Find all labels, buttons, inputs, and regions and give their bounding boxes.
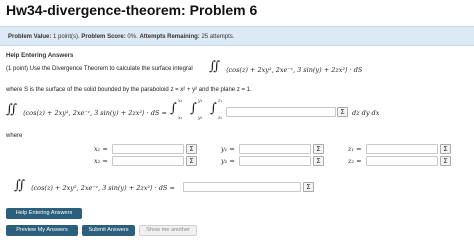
problem-score: 0%. <box>127 34 138 40</box>
sigma-icon[interactable]: Σ <box>313 156 324 166</box>
limit-y1: y₁ <box>198 99 203 104</box>
differentials: dz dy dx <box>352 109 380 117</box>
z1-label: z₁ = <box>348 145 362 153</box>
limit-y2: y₂ <box>198 116 203 121</box>
integral-sign-icon: ∫ <box>210 101 217 116</box>
submit-answers-button[interactable]: Submit Answers <box>82 225 135 236</box>
y2-input[interactable] <box>239 156 311 166</box>
equation-lhs: ⟨cos(z) + 2xy², 2xe⁻ᶻ, 3 sin(y) + 2zx²⟩ … <box>23 109 167 117</box>
double-integral-icon: ∬ <box>209 59 221 74</box>
surface-description: where S is the surface of the solid boun… <box>6 87 252 93</box>
double-integral-icon: ∬ <box>14 178 26 193</box>
vector-field-expression: ⟨cos(z) + 2xy², 2xe⁻ᶻ, 3 sin(y) + 2zx²⟩ … <box>226 66 363 74</box>
sigma-icon[interactable]: Σ <box>186 156 197 166</box>
sigma-icon[interactable]: Σ <box>186 144 197 154</box>
limit-x1: x₁ <box>178 99 183 104</box>
problem-score-label: Problem Score: <box>81 34 126 40</box>
integral-sign-icon: ∫ <box>170 101 177 116</box>
x2-input[interactable] <box>112 156 184 166</box>
problem-value-label: Problem Value: <box>8 34 52 40</box>
x1-label: x₁ = <box>94 145 108 153</box>
sigma-icon[interactable]: Σ <box>440 144 451 154</box>
integral-sign-icon: ∫ <box>190 101 197 116</box>
page-title: Hw34-divergence-theorem: Problem 6 <box>6 2 258 18</box>
z2-label: z₂ = <box>348 157 362 165</box>
sigma-icon[interactable]: Σ <box>313 144 324 154</box>
attempts-remaining-label: Attempts Remaining: <box>139 34 200 40</box>
limit-z1: z₁ <box>218 99 223 104</box>
problem-info-bar: Problem Value: 1 point(s). Problem Score… <box>0 26 474 46</box>
integrand-input[interactable] <box>226 107 336 117</box>
help-entering-answers-header: Help Entering Answers <box>6 52 74 59</box>
preview-answers-button[interactable]: Preview My Answers <box>6 225 78 236</box>
z1-input[interactable] <box>366 144 438 154</box>
sigma-icon[interactable]: Σ <box>337 107 348 117</box>
x1-input[interactable] <box>112 144 184 154</box>
double-integral-icon: ∬ <box>6 102 18 117</box>
x2-label: x₂ = <box>94 157 108 165</box>
problem-value: 1 point(s). <box>53 34 80 40</box>
final-equation-lhs: ⟨cos(z) + 2xy², 2xe⁻ᶻ, 3 sin(y) + 2zx²⟩ … <box>31 184 175 192</box>
y1-label: y₁ = <box>221 145 235 153</box>
where-label: where <box>6 133 23 139</box>
final-answer-input[interactable] <box>183 182 301 192</box>
show-me-another-button[interactable]: Show me another <box>139 225 197 236</box>
sigma-icon[interactable]: Σ <box>440 156 451 166</box>
y2-label: y₂ = <box>221 157 235 165</box>
sigma-icon[interactable]: Σ <box>303 182 314 192</box>
limit-x2: x₂ <box>178 116 183 121</box>
z2-input[interactable] <box>366 156 438 166</box>
problem-prompt: (1 point) Use the Divergence Theorem to … <box>6 66 193 72</box>
help-entering-answers-button[interactable]: Help Entering Answers <box>6 208 82 219</box>
limit-z2: z₂ <box>218 116 223 121</box>
y1-input[interactable] <box>239 144 311 154</box>
attempts-remaining: 25 attempts. <box>201 34 235 40</box>
